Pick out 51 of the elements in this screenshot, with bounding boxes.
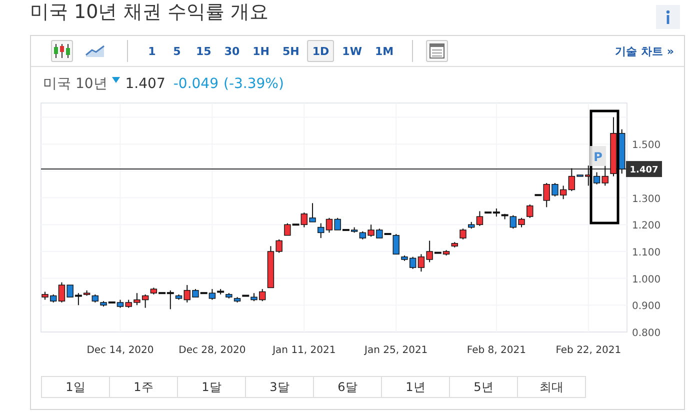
x-axis-label: Dec 28, 2020	[178, 345, 246, 356]
x-axis-label: Jan 11, 2021	[272, 345, 336, 356]
interval-button[interactable]: 15	[191, 40, 216, 62]
x-axis-label: Feb 22, 2021	[556, 345, 622, 356]
range-button[interactable]: 최대	[517, 376, 586, 398]
range-button[interactable]: 1주	[109, 376, 178, 398]
candlestick	[392, 234, 400, 255]
technical-chart-link[interactable]: 기술 차트 »	[615, 44, 674, 58]
y-axis-label: 1.500	[632, 140, 661, 152]
marker-badge	[590, 146, 606, 166]
interval-button[interactable]: 1M	[370, 40, 399, 62]
marker-label: P	[594, 150, 602, 164]
price-change: -0.049	[173, 76, 218, 92]
interval-button[interactable]: 1	[141, 40, 163, 62]
page-title: 미국 10년 채권 수익률 개요	[30, 0, 268, 24]
range-button[interactable]: 1일	[41, 376, 110, 398]
y-axis-label: 0.900	[632, 301, 661, 312]
candlestick	[318, 222, 324, 239]
x-axis-label: Dec 14, 2020	[86, 345, 154, 356]
price-tag: 1.407	[626, 161, 662, 178]
range-button[interactable]: 1년	[381, 376, 450, 398]
ref-line-label: 1.407	[630, 166, 658, 176]
info-icon[interactable]	[656, 5, 680, 29]
interval-button[interactable]: 1D	[307, 40, 334, 62]
x-axis-label: Jan 25, 2021	[364, 345, 428, 356]
percent-change: (-3.39%)	[224, 76, 284, 92]
y-axis-label: 1.100	[632, 247, 661, 258]
interval-button[interactable]: 1W	[337, 40, 367, 62]
table-view-button[interactable]	[426, 40, 448, 62]
range-button[interactable]: 1달	[177, 376, 246, 398]
y-axis-label: 1.200	[632, 220, 661, 232]
interval-button[interactable]: 30	[219, 40, 245, 62]
candlestick	[326, 217, 333, 234]
candlestick	[476, 210, 484, 226]
range-button[interactable]: 5년	[449, 376, 518, 398]
interval-button[interactable]: 1H	[248, 40, 274, 62]
instrument-name: 미국 10년	[43, 75, 108, 93]
x-axis-label: Feb 8, 2021	[466, 345, 526, 356]
interval-button[interactable]: 5	[166, 40, 188, 62]
range-button[interactable]: 6달	[313, 376, 382, 398]
y-axis-label: 1.000	[632, 274, 661, 286]
range-button[interactable]: 3달	[245, 376, 314, 398]
candlestick	[593, 172, 600, 185]
last-price: 1.407	[125, 76, 166, 92]
y-axis-label: 0.800	[632, 328, 661, 339]
candlestick	[526, 204, 534, 218]
candlestick	[602, 165, 608, 186]
candlestick	[460, 228, 466, 240]
interval-button[interactable]: 5H	[278, 40, 304, 62]
y-axis-label: 1.300	[632, 194, 661, 205]
candlestick-chart-button[interactable]	[51, 40, 73, 62]
